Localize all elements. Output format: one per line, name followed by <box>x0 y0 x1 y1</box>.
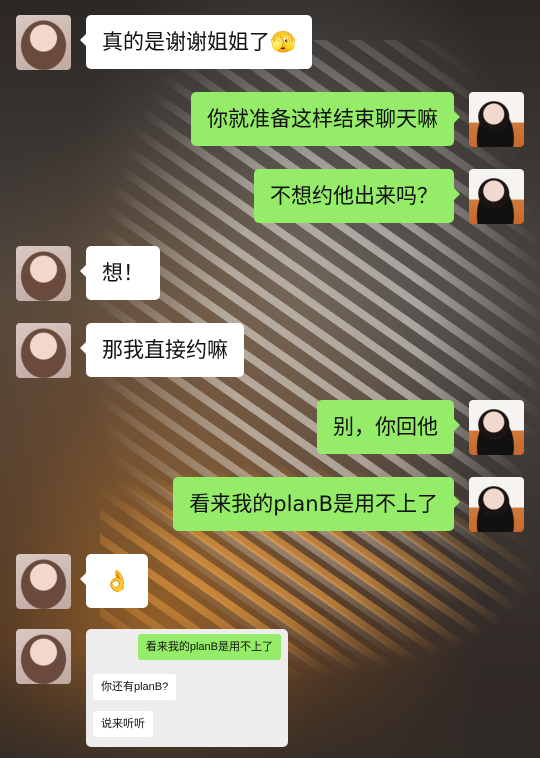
message-text: 看来我的planB是用不上了 <box>189 492 438 516</box>
message-text: 别，你回他 <box>333 415 438 439</box>
message-bubble[interactable]: 不想约他出来吗？ <box>254 169 460 223</box>
message-bubble[interactable]: 别，你回他 <box>317 400 460 454</box>
message-bubble[interactable]: 你就准备这样结束聊天嘛 <box>191 92 460 146</box>
ok-hand-emoji-icon: 👌 <box>104 569 131 593</box>
avatar[interactable] <box>16 629 71 684</box>
screenshot-image-message[interactable]: 看来我的planB是用不上了 你还有planB? 说来听听 <box>86 629 288 747</box>
avatar[interactable] <box>469 169 524 224</box>
avatar[interactable] <box>16 554 71 609</box>
avatar[interactable] <box>16 15 71 70</box>
peeking-face-emoji-icon: 🫣 <box>270 30 297 54</box>
screenshot-text: 你还有planB? <box>101 681 169 693</box>
avatar[interactable] <box>469 400 524 455</box>
screenshot-bubble: 看来我的planB是用不上了 <box>137 634 281 660</box>
avatar[interactable] <box>16 323 71 378</box>
message-text: 那我直接约嘛 <box>102 338 228 362</box>
screenshot-text: 看来我的planB是用不上了 <box>145 641 273 653</box>
message-bubble[interactable]: 看来我的planB是用不上了 <box>173 477 460 531</box>
message-text: 想！ <box>102 261 144 285</box>
message-bubble[interactable]: 真的是谢谢姐姐了🫣 <box>79 15 313 69</box>
message-bubble[interactable]: 那我直接约嘛 <box>80 323 244 377</box>
message-bubble[interactable]: 想！ <box>80 246 160 300</box>
avatar[interactable] <box>469 92 524 147</box>
avatar[interactable] <box>16 246 71 301</box>
screenshot-bubble: 你还有planB? <box>93 674 177 700</box>
message-text: 不想约他出来吗？ <box>270 184 438 208</box>
message-text: 真的是谢谢姐姐了 <box>102 30 270 54</box>
screenshot-text: 说来听听 <box>101 718 145 730</box>
message-text: 你就准备这样结束聊天嘛 <box>207 107 438 131</box>
avatar[interactable] <box>469 477 524 532</box>
message-bubble[interactable]: 👌 <box>79 554 149 608</box>
screenshot-bubble: 说来听听 <box>93 711 153 737</box>
